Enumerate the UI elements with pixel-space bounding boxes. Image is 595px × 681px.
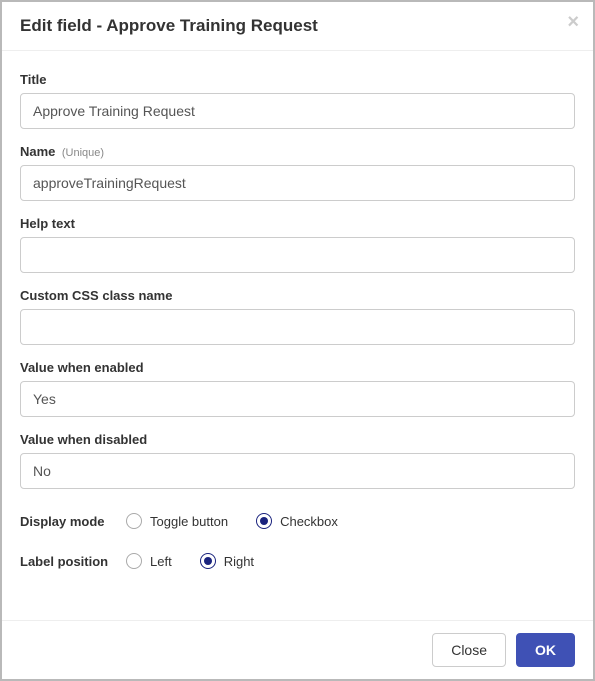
label-position-left-label: Left: [150, 554, 172, 569]
value-disabled-input[interactable]: [20, 453, 575, 489]
value-enabled-label: Value when enabled: [20, 360, 144, 375]
label-position-left[interactable]: Left: [126, 553, 172, 569]
ok-button[interactable]: OK: [516, 633, 575, 667]
dialog-footer: Close OK: [2, 620, 593, 679]
css-class-input[interactable]: [20, 309, 575, 345]
help-text-input[interactable]: [20, 237, 575, 273]
display-mode-toggle-button[interactable]: Toggle button: [126, 513, 228, 529]
value-enabled-input[interactable]: [20, 381, 575, 417]
radio-icon: [126, 513, 142, 529]
display-mode-checkbox[interactable]: Checkbox: [256, 513, 338, 529]
close-icon[interactable]: ×: [567, 12, 579, 32]
css-class-label: Custom CSS class name: [20, 288, 172, 303]
field-group-name: Name (Unique): [20, 143, 575, 201]
name-input[interactable]: [20, 165, 575, 201]
value-disabled-label: Value when disabled: [20, 432, 147, 447]
label-position-right[interactable]: Right: [200, 553, 254, 569]
display-mode-toggle-label: Toggle button: [150, 514, 228, 529]
title-label: Title: [20, 72, 47, 87]
title-input[interactable]: [20, 93, 575, 129]
field-group-value-enabled: Value when enabled: [20, 359, 575, 417]
display-mode-checkbox-label: Checkbox: [280, 514, 338, 529]
radio-icon: [256, 513, 272, 529]
field-group-title: Title: [20, 71, 575, 129]
label-position-row: Label position Left Right: [20, 553, 575, 569]
label-position-label: Label position: [20, 554, 116, 569]
name-label: Name: [20, 144, 55, 159]
close-button[interactable]: Close: [432, 633, 506, 667]
display-mode-row: Display mode Toggle button Checkbox: [20, 513, 575, 529]
field-group-css-class: Custom CSS class name: [20, 287, 575, 345]
help-text-label: Help text: [20, 216, 75, 231]
dialog-body: Title Name (Unique) Help text Custom CSS…: [2, 51, 593, 569]
field-group-help-text: Help text: [20, 215, 575, 273]
dialog-header: Edit field - Approve Training Request ×: [2, 2, 593, 51]
dialog-title: Edit field - Approve Training Request: [20, 16, 575, 36]
radio-icon: [200, 553, 216, 569]
label-position-right-label: Right: [224, 554, 254, 569]
name-sublabel: (Unique): [62, 147, 104, 159]
field-group-value-disabled: Value when disabled: [20, 431, 575, 489]
radio-icon: [126, 553, 142, 569]
display-mode-label: Display mode: [20, 514, 116, 529]
